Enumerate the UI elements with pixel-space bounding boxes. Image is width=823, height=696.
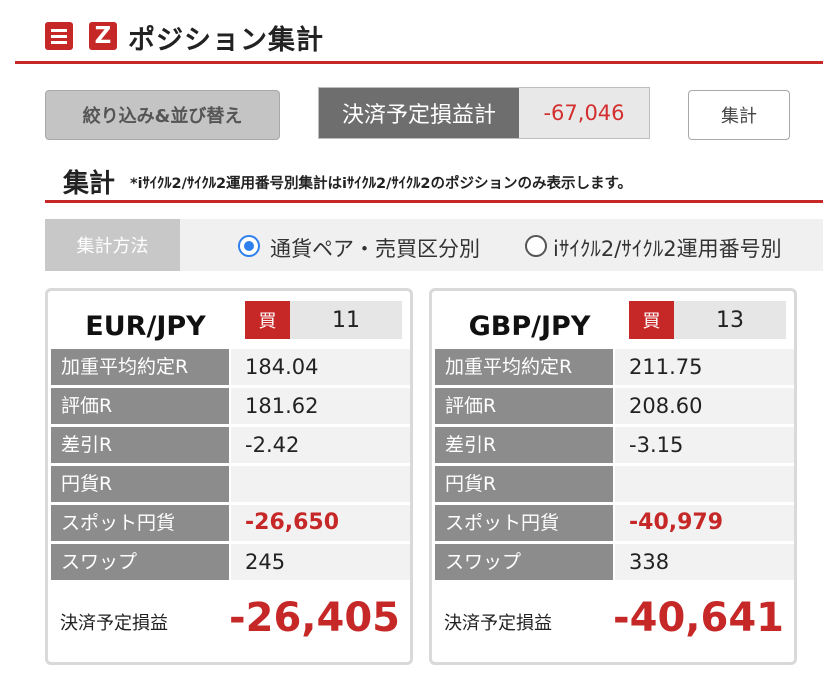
z-logo-icon[interactable]: Z: [89, 22, 117, 50]
radio-by-pair-side-label[interactable]: 通貨ペア・売買区分別: [270, 233, 480, 263]
stat-value: 211.75: [615, 349, 794, 385]
stat-row: 円貨R: [435, 466, 794, 502]
stat-value: -3.15: [615, 427, 794, 463]
settlement-pl-value: -26,405: [229, 595, 400, 641]
stat-row: 差引R -3.15: [435, 427, 794, 463]
stat-label: 加重平均約定R: [435, 349, 613, 385]
stat-label: スポット円貨: [435, 505, 613, 541]
stat-row: 円貨R: [51, 466, 410, 502]
stat-value: 181.62: [231, 388, 410, 424]
stat-row: 加重平均約定R 211.75: [435, 349, 794, 385]
stat-label: 評価R: [51, 388, 229, 424]
settlement-pl-value: -40,641: [613, 595, 784, 641]
total-pl-label: 決済予定損益計: [319, 88, 519, 138]
stat-label: 円貨R: [435, 466, 613, 502]
header-divider: [15, 61, 823, 64]
side-badge: 買: [629, 301, 674, 339]
aggregation-method-label: 集計方法: [45, 219, 180, 271]
currency-pair: GBP/JPY: [468, 311, 591, 342]
stat-row: 差引R -2.42: [51, 427, 410, 463]
stat-label: 差引R: [51, 427, 229, 463]
stat-value: 245: [231, 544, 410, 580]
stat-label: スポット円貨: [51, 505, 229, 541]
stat-value: -26,650: [231, 505, 410, 541]
stat-row: 評価R 181.62: [51, 388, 410, 424]
stat-row: 加重平均約定R 184.04: [51, 349, 410, 385]
stat-row: スポット円貨 -40,979: [435, 505, 794, 541]
stat-label: 円貨R: [51, 466, 229, 502]
radio-by-pair-side[interactable]: [238, 235, 260, 257]
stat-value: [615, 466, 794, 502]
stat-label: 差引R: [435, 427, 613, 463]
stat-value: -40,979: [615, 505, 794, 541]
filter-sort-button[interactable]: 絞り込み&並び替え: [45, 90, 280, 140]
stat-row: スワップ 338: [435, 544, 794, 580]
position-card: EUR/JPY 買 11 加重平均約定R 184.04 評価R 181.62 差…: [45, 288, 413, 665]
stat-label: 加重平均約定R: [51, 349, 229, 385]
settlement-pl-label: 決済予定損益: [444, 613, 552, 634]
position-quantity: 11: [290, 301, 402, 339]
stat-value: [231, 466, 410, 502]
position-card: GBP/JPY 買 13 加重平均約定R 211.75 評価R 208.60 差…: [429, 288, 797, 665]
aggregation-method-row: 集計方法 通貨ペア・売買区分別 iｻｲｸﾙ2/ｻｲｸﾙ2運用番号別: [45, 219, 823, 271]
total-pl-box: 決済予定損益計 -67,046: [318, 87, 650, 139]
stat-value: 338: [615, 544, 794, 580]
page-title: ポジション集計: [128, 25, 324, 56]
hamburger-menu-icon[interactable]: [45, 22, 73, 50]
stat-label: 評価R: [435, 388, 613, 424]
section-note: *iｻｲｸﾙ2/ｻｲｸﾙ2運用番号別集計はiｻｲｸﾙ2/ｻｲｸﾙ2のポジションの…: [130, 176, 633, 192]
total-pl-value: -67,046: [543, 101, 625, 125]
radio-by-cycle-number-label[interactable]: iｻｲｸﾙ2/ｻｲｸﾙ2運用番号別: [553, 233, 782, 263]
section-title: 集計: [63, 169, 116, 199]
settlement-pl-label: 決済予定損益: [60, 613, 168, 634]
stat-row: 評価R 208.60: [435, 388, 794, 424]
page-header: Z ポジション集計: [0, 0, 823, 64]
stat-value: -2.42: [231, 427, 410, 463]
aggregate-button[interactable]: 集計: [688, 90, 790, 140]
stat-value: 184.04: [231, 349, 410, 385]
side-badge: 買: [245, 301, 290, 339]
stat-row: スポット円貨 -26,650: [51, 505, 410, 541]
radio-selected-dot: [244, 241, 254, 251]
stat-label: スワップ: [435, 544, 613, 580]
currency-pair: EUR/JPY: [85, 311, 206, 342]
radio-by-cycle-number[interactable]: [525, 235, 547, 257]
stat-value: 208.60: [615, 388, 794, 424]
stat-row: スワップ 245: [51, 544, 410, 580]
section-divider: [45, 200, 823, 203]
position-quantity: 13: [674, 301, 786, 339]
stat-label: スワップ: [51, 544, 229, 580]
